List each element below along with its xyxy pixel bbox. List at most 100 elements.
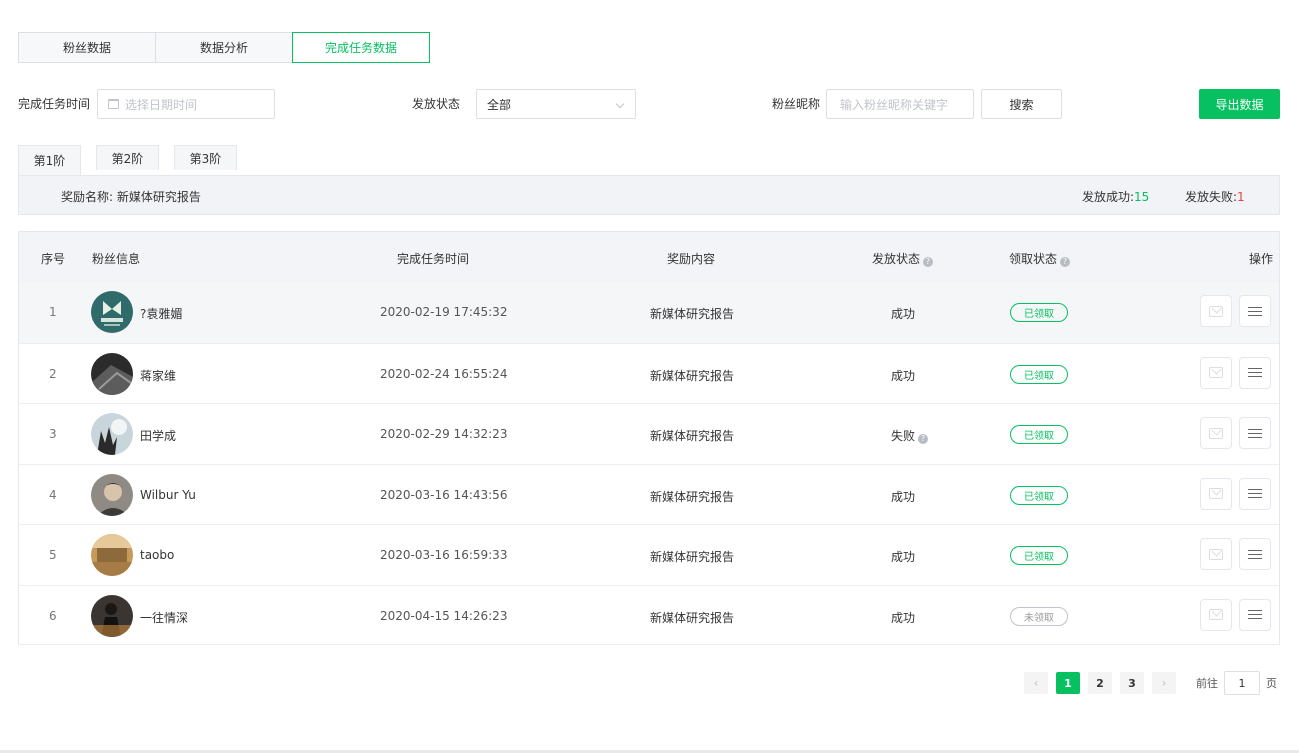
header-reward: 奖励内容: [667, 252, 716, 266]
fan-name: Wilbur Yu: [140, 487, 196, 502]
tab-task-data[interactable]: 完成任务数据: [292, 32, 430, 63]
reward-name-label: 奖励名称:: [61, 190, 114, 204]
send-status: 成功: [891, 307, 916, 321]
mail-icon: [1209, 427, 1223, 439]
complete-time: 2020-02-29 14:32:23: [380, 427, 508, 441]
success-count-stat: 发放成功:15: [1082, 188, 1149, 205]
table-row: 6 一往情深 2020-04-15 14:26:23 新媒体研究报告 成功 未领…: [19, 584, 1279, 646]
list-icon: [1248, 428, 1262, 439]
detail-button[interactable]: [1239, 598, 1271, 631]
goto-label: 前往: [1196, 677, 1218, 690]
help-icon[interactable]: ?: [923, 257, 934, 267]
goto-suffix: 页: [1266, 677, 1277, 690]
fan-name: ?袁雅媚: [140, 307, 183, 321]
fail-count-stat: 发放失败:1: [1185, 188, 1245, 205]
page-3-button[interactable]: 3: [1120, 672, 1144, 694]
export-data-button[interactable]: 导出数据: [1199, 89, 1280, 119]
table-header: 序号 粉丝信息 完成任务时间 奖励内容 发放状态? 领取状态? 操作: [19, 232, 1279, 282]
date-placeholder: 选择日期时间: [125, 97, 198, 112]
search-button[interactable]: 搜索: [981, 89, 1062, 119]
tab-stage-1[interactable]: 第1阶: [18, 145, 81, 175]
success-count: 15: [1134, 190, 1150, 204]
table-row: 1 ?袁雅媚 2020-02-19 17:45:32 新媒体研究报告 成功 已领…: [19, 282, 1279, 343]
stage-tabs: 第1阶 第2阶 第3阶: [18, 145, 252, 175]
header-complete-time: 完成任务时间: [397, 252, 470, 266]
send-status: 成功: [891, 368, 916, 383]
tab-fan-data[interactable]: 粉丝数据: [18, 32, 156, 63]
mail-icon: [1209, 488, 1223, 499]
header-send-status: 发放状态?: [872, 250, 934, 267]
table-row: 5 taobo 2020-03-16 16:59:33 新媒体研究报告 成功 已…: [19, 524, 1279, 585]
reward-content: 新媒体研究报告: [650, 307, 735, 321]
resend-button[interactable]: [1200, 417, 1232, 449]
success-label: 发放成功:: [1082, 190, 1135, 204]
claim-status-badge: 未领取: [1010, 606, 1068, 626]
row-index: 5: [49, 548, 57, 562]
tab-stage-2[interactable]: 第2阶: [96, 145, 159, 170]
detail-button[interactable]: [1239, 417, 1271, 449]
detail-button[interactable]: [1239, 538, 1271, 570]
chevron-down-icon: [615, 99, 625, 109]
table-row: 4 Wilbur Yu 2020-03-16 14:43:56 新媒体研究报告 …: [19, 463, 1279, 525]
goto-page-input[interactable]: 1: [1224, 671, 1260, 695]
nickname-search-input[interactable]: 输入粉丝昵称关键字: [826, 89, 974, 119]
send-status: 失败?: [891, 427, 929, 444]
fail-count: 1: [1237, 190, 1245, 204]
avatar: [91, 413, 133, 455]
reward-content: 新媒体研究报告: [650, 550, 735, 564]
pagination: ‹ 1 2 3 › 前往 1 页: [1024, 671, 1277, 695]
table-row: 3 田学成 2020-02-29 14:32:23 新媒体研究报告 失败? 已领…: [19, 403, 1279, 464]
claim-status-badge: 已领取: [1010, 485, 1068, 505]
send-status-label: 失败: [891, 429, 916, 443]
time-filter-label: 完成任务时间: [18, 97, 91, 111]
tab-stage-3[interactable]: 第3阶: [174, 145, 237, 170]
row-index: 1: [49, 305, 57, 319]
claim-status-badge: 已领取: [1010, 546, 1068, 565]
mail-icon: [1209, 548, 1223, 560]
row-index: 2: [49, 366, 57, 381]
next-page-button[interactable]: ›: [1152, 672, 1176, 694]
resend-button[interactable]: [1200, 295, 1232, 327]
send-status: 成功: [891, 610, 916, 625]
reward-content: 新媒体研究报告: [650, 368, 735, 383]
header-claim-status-label: 领取状态: [1009, 252, 1058, 266]
resend-button[interactable]: [1200, 356, 1232, 389]
tab-data-analysis[interactable]: 数据分析: [155, 32, 293, 63]
reward-name-value: 新媒体研究报告: [116, 190, 201, 204]
reward-content: 新媒体研究报告: [650, 489, 735, 504]
list-icon: [1248, 609, 1262, 620]
claim-status-badge: 已领取: [1010, 425, 1068, 444]
status-select[interactable]: 全部: [476, 89, 636, 119]
resend-button[interactable]: [1200, 598, 1232, 631]
reward-summary-bar: 奖励名称: 新媒体研究报告 发放成功:15 发放失败:1: [18, 175, 1280, 215]
detail-button[interactable]: [1239, 477, 1271, 510]
task-data-table: 序号 粉丝信息 完成任务时间 奖励内容 发放状态? 领取状态? 操作 1 ?袁雅…: [18, 231, 1280, 645]
detail-button[interactable]: [1239, 356, 1271, 389]
filter-bar: 完成任务时间 选择日期时间 发放状态 全部 粉丝昵称 输入粉丝昵称关键字 搜索 …: [18, 89, 1280, 119]
page-2-button[interactable]: 2: [1088, 672, 1112, 694]
avatar: [91, 594, 133, 637]
date-picker-input[interactable]: 选择日期时间: [97, 89, 275, 119]
header-send-status-label: 发放状态: [872, 252, 921, 266]
help-icon[interactable]: ?: [918, 434, 929, 444]
help-icon[interactable]: ?: [1060, 257, 1071, 267]
list-icon: [1248, 488, 1262, 499]
detail-button[interactable]: [1239, 295, 1271, 327]
resend-button[interactable]: [1200, 477, 1232, 510]
status-select-value: 全部: [487, 97, 512, 112]
row-index: 3: [49, 427, 57, 441]
send-status: 成功: [891, 550, 916, 564]
claim-status-badge: 已领取: [1010, 364, 1068, 384]
avatar: [91, 352, 133, 395]
header-idx: 序号: [41, 252, 66, 266]
complete-time: 2020-02-24 16:55:24: [380, 366, 508, 381]
row-index: 4: [49, 487, 57, 502]
list-icon: [1248, 306, 1262, 317]
header-action: 操作: [1249, 252, 1274, 266]
prev-page-button[interactable]: ‹: [1024, 672, 1048, 694]
resend-button[interactable]: [1200, 538, 1232, 570]
status-filter-label: 发放状态: [412, 97, 461, 111]
page-1-button[interactable]: 1: [1056, 672, 1080, 694]
complete-time: 2020-02-19 17:45:32: [380, 305, 508, 319]
reward-content: 新媒体研究报告: [650, 429, 735, 443]
